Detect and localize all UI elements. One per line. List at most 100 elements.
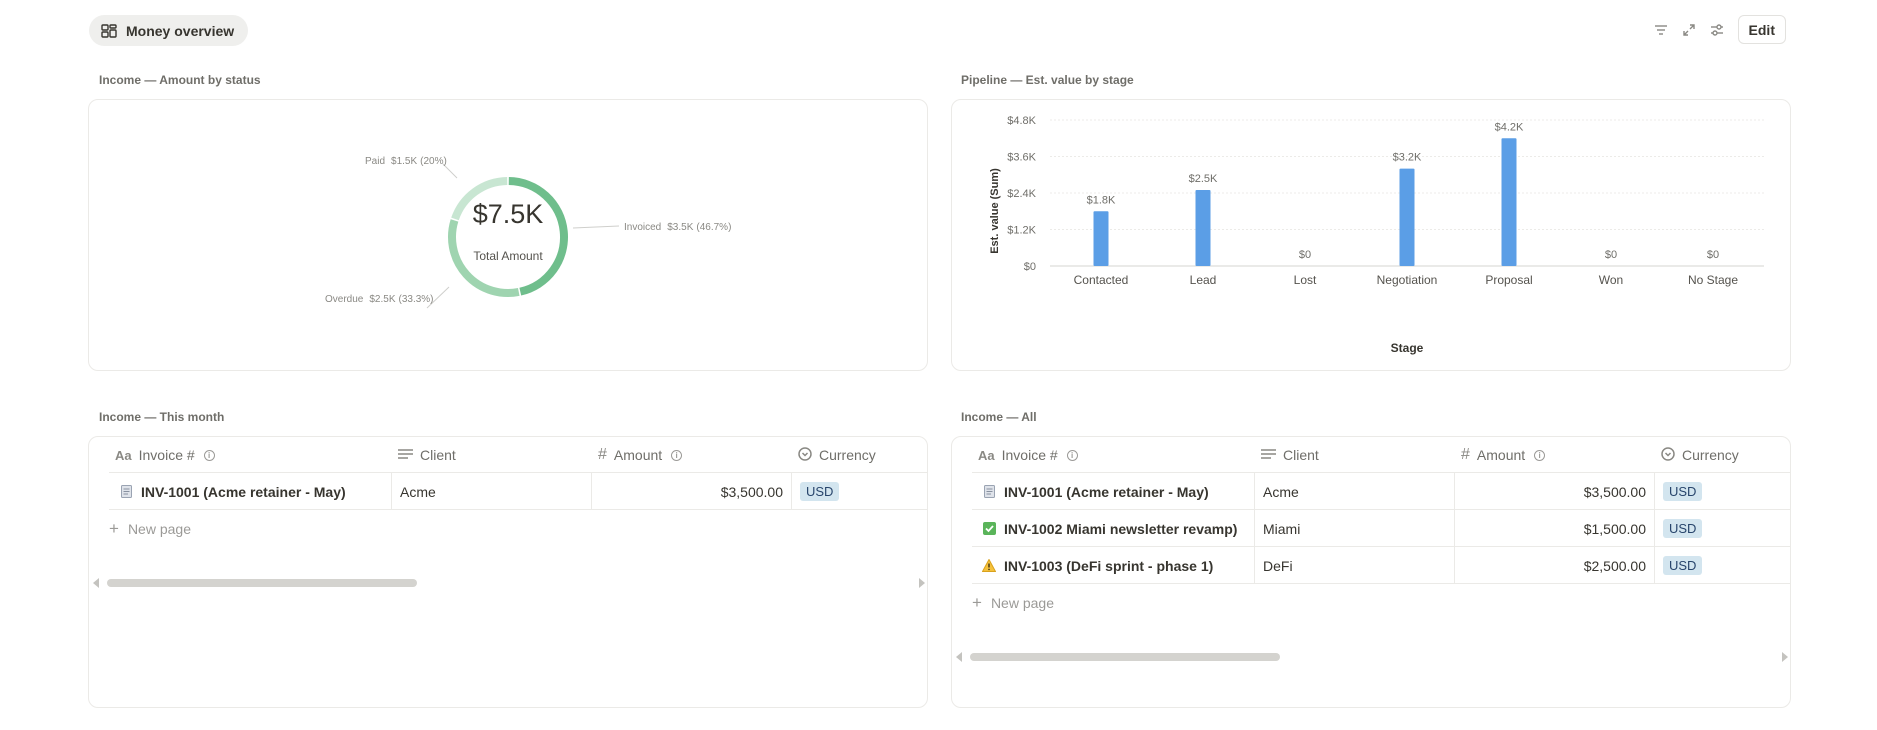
invoice-cell[interactable]: INV-1001 (Acme retainer - May) [972,473,1255,510]
page-icon [119,485,133,499]
y-tick-label: $4.8K [1007,115,1036,127]
text-property-icon [1261,447,1276,463]
scroll-thumb[interactable] [107,579,417,587]
tab-money-overview[interactable]: Money overview [89,15,249,46]
info-icon: i [1534,449,1546,461]
warning-icon [982,559,996,573]
table-header: Aa Invoice # i Client # Amount i Currency [972,437,1790,473]
column-client[interactable]: Client [1255,437,1455,473]
client-cell[interactable]: Miami [1255,510,1455,547]
column-amount[interactable]: # Amount i [1455,437,1655,473]
table-row[interactable]: INV-1001 (Acme retainer - May) Acme $3,5… [972,473,1790,510]
expand-icon[interactable] [1678,19,1700,41]
bar-lead[interactable] [1195,189,1211,266]
scroll-right-icon[interactable] [919,578,925,588]
income-all-panel: Aa Invoice # i Client # Amount i Currency … [951,436,1791,708]
income-status-panel: $7.5K Total Amount Invoiced $3.5K (46.7%) … [88,99,928,371]
bar-value-label: $2.5K [1189,173,1218,185]
x-tick-label: Won [1599,273,1623,287]
bar-contacted[interactable] [1093,211,1109,266]
horizontal-scrollbar[interactable] [93,577,925,589]
x-tick-label: Negotiation [1377,273,1438,287]
client-cell[interactable]: DeFi [1255,547,1455,584]
column-currency[interactable]: Currency [1655,437,1790,473]
column-amount[interactable]: # Amount i [592,437,792,473]
currency-tag: USD [800,482,840,501]
info-icon: i [203,449,215,461]
select-property-icon [798,446,812,464]
table-row[interactable]: INV-1001 (Acme retainer - May) Acme $3,5… [109,473,927,510]
info-icon: i [1066,449,1078,461]
slice-label-invoiced: Invoiced $3.5K (46.7%) [624,222,731,233]
x-tick-label: Lost [1294,273,1317,287]
new-page-button[interactable]: + New page [972,585,1054,621]
y-tick-label: $1.2K [1007,225,1036,237]
currency-cell[interactable]: USD [1655,473,1790,510]
client-cell[interactable]: Acme [392,473,592,510]
bar-proposal[interactable] [1501,138,1517,266]
bar-chart: $0 $1.2K $2.4K $3.6K $4.8K $1.8K $2.5K $0 $3.2K… [989,115,1764,355]
bar-value-label: $1.8K [1087,194,1116,206]
plus-icon: + [972,593,982,612]
client-cell[interactable]: Acme [1255,473,1455,510]
text-property-icon [398,447,413,463]
scroll-right-icon[interactable] [1782,652,1788,662]
leader-line-invoiced [572,225,620,229]
edit-button[interactable]: Edit [1737,15,1786,44]
scroll-left-icon[interactable] [956,652,962,662]
filter-icon[interactable] [1650,19,1672,41]
settings-sliders-icon[interactable] [1706,19,1728,41]
dashboard-icon [101,23,117,38]
invoice-cell[interactable]: INV-1002 Miami newsletter revamp) [972,510,1255,547]
currency-tag: USD [1663,519,1703,538]
title-property-icon: Aa [115,447,132,463]
x-tick-label: No Stage [1688,273,1738,287]
column-client[interactable]: Client [392,437,592,473]
donut-chart: $7.5K Total Amount Invoiced $3.5K (46.7%) … [325,156,731,309]
invoice-cell[interactable]: INV-1001 (Acme retainer - May) [109,473,392,510]
table-row[interactable]: INV-1002 Miami newsletter revamp) Miami … [972,510,1790,547]
page-icon [982,485,996,499]
income-month-panel: Aa Invoice # i Client # Amount i Currency … [88,436,928,708]
pipeline-panel: $0 $1.2K $2.4K $3.6K $4.8K $1.8K $2.5K $0 $3.2K… [951,99,1791,371]
y-tick-label: $2.4K [1007,188,1036,200]
amount-cell[interactable]: $3,500.00 [592,473,792,510]
y-axis-label: Est. value (Sum) [989,168,1001,254]
income-status-title: Income — Amount by status [99,73,261,87]
x-axis-label: Stage [1391,341,1424,355]
column-invoice[interactable]: Aa Invoice # i [109,437,392,473]
bar-value-label: $0 [1605,249,1617,261]
amount-cell[interactable]: $3,500.00 [1455,473,1655,510]
bar-value-label: $4.2K [1495,121,1524,133]
y-tick-label: $3.6K [1007,152,1036,164]
currency-cell[interactable]: USD [1655,547,1790,584]
plus-icon: + [109,519,119,538]
number-property-icon: # [598,446,607,463]
donut-slice-invoiced[interactable] [508,177,568,296]
bar-negotiation[interactable] [1399,168,1415,266]
column-currency[interactable]: Currency [792,437,927,473]
pipeline-title: Pipeline — Est. value by stage [961,73,1134,87]
donut-center-label: Total Amount [473,249,543,263]
invoice-cell[interactable]: INV-1003 (DeFi sprint - phase 1) [972,547,1255,584]
currency-tag: USD [1663,556,1703,575]
y-tick-label: $0 [1024,261,1036,273]
income-month-title: Income — This month [99,410,225,424]
currency-cell[interactable]: USD [792,473,927,510]
amount-cell[interactable]: $2,500.00 [1455,547,1655,584]
scroll-thumb[interactable] [970,653,1280,661]
x-tick-label: Contacted [1074,273,1129,287]
number-property-icon: # [1461,446,1470,463]
bar-value-label: $0 [1299,249,1311,261]
column-invoice[interactable]: Aa Invoice # i [972,437,1255,473]
table-row[interactable]: INV-1003 (DeFi sprint - phase 1) DeFi $2… [972,547,1790,584]
amount-cell[interactable]: $1,500.00 [1455,510,1655,547]
new-page-button[interactable]: + New page [109,511,191,547]
slice-label-overdue: Overdue $2.5K (33.3%) [325,294,434,305]
scroll-left-icon[interactable] [93,578,99,588]
currency-cell[interactable]: USD [1655,510,1790,547]
x-tick-label: Lead [1190,273,1217,287]
view-toolbar: Edit [1650,15,1786,44]
title-property-icon: Aa [978,447,995,463]
horizontal-scrollbar[interactable] [956,651,1788,663]
